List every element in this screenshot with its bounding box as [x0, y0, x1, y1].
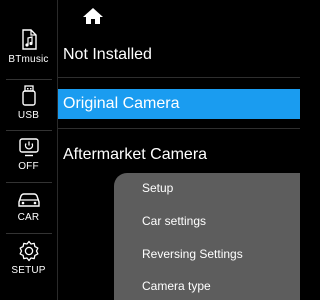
option-label: Aftermarket Camera: [63, 146, 208, 163]
menu-item-setup[interactable]: Setup: [142, 181, 173, 195]
context-menu: Setup Car settings Reversing Settings Ca…: [114, 173, 300, 300]
sidebar-item-btmusic[interactable]: BTmusic: [0, 29, 57, 83]
sidebar-divider: [6, 79, 52, 80]
row-separator: [58, 128, 300, 129]
option-aftermarket-camera[interactable]: Aftermarket Camera: [58, 140, 300, 170]
car-icon: [17, 191, 41, 209]
home-icon[interactable]: [82, 7, 104, 25]
sidebar: BTmusic USB OFF CAR SETUP: [0, 0, 57, 300]
option-label: Not Installed: [63, 46, 152, 63]
sidebar-divider: [6, 233, 52, 234]
sidebar-divider: [6, 130, 52, 131]
sidebar-item-setup[interactable]: SETUP: [0, 240, 57, 294]
menu-item-camera-type[interactable]: Camera type: [142, 279, 211, 293]
option-label: Original Camera: [63, 95, 180, 112]
sidebar-item-label: BTmusic: [8, 54, 49, 65]
power-off-icon: [18, 136, 40, 158]
option-not-installed[interactable]: Not Installed: [58, 40, 300, 70]
sidebar-item-label: USB: [17, 110, 40, 121]
sidebar-item-label: SETUP: [11, 265, 46, 276]
menu-item-reversing-settings[interactable]: Reversing Settings: [142, 247, 243, 261]
gear-icon: [18, 240, 40, 262]
usb-icon: [19, 85, 39, 107]
sidebar-item-label: CAR: [17, 212, 40, 223]
music-file-icon: [19, 29, 39, 51]
sidebar-divider: [6, 182, 52, 183]
sidebar-item-label: OFF: [18, 161, 39, 172]
menu-item-car-settings[interactable]: Car settings: [142, 214, 206, 228]
row-separator: [58, 77, 300, 78]
sidebar-item-car[interactable]: CAR: [0, 191, 57, 245]
option-original-camera[interactable]: Original Camera: [58, 89, 300, 119]
